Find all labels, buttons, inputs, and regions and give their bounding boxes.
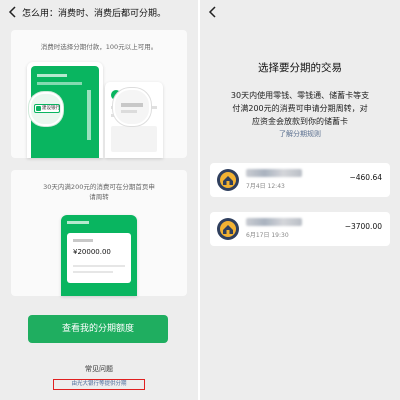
transaction-amount: −3700.00	[344, 222, 382, 231]
faq-link[interactable]: 常见问题	[0, 364, 198, 374]
back-chevron-icon[interactable]	[5, 4, 21, 20]
magnifier-ring-right	[113, 88, 151, 126]
credit-amount: ¥20000.00	[73, 248, 111, 256]
checkout-installment-card: 消费时选择分期付款，100元以上可用。 分期 建设银行	[11, 30, 187, 158]
description-line2: 付满200元的消费可申请分期周转，对	[232, 104, 368, 113]
post-purchase-installment-card: 30天内满200元的消费可在分期首页申 请周转 ¥20000.00	[11, 170, 187, 296]
back-chevron-icon[interactable]	[205, 4, 221, 20]
phone-mockup: ¥20000.00	[61, 215, 137, 296]
right-screen: 选择要分期的交易 30天内使用零钱、零钱通、储蓄卡等支 付满200元的消费可申请…	[200, 0, 400, 400]
view-installment-limit-button[interactable]: 查看我的分期额度	[28, 315, 168, 343]
page-title: 怎么用：消费时、消费后都可分期。	[22, 9, 167, 19]
card-caption: 消费时选择分期付款，100元以上可用。	[40, 43, 158, 51]
provider-note[interactable]: 由光大银行等提供分期	[53, 379, 145, 390]
description: 30天内使用零钱、零钱通、储蓄卡等支 付满200元的消费可申请分期周转，对 应资…	[212, 89, 388, 128]
keypad	[111, 126, 157, 152]
installment-rules-link[interactable]: 了解分期规则	[200, 129, 400, 139]
card-caption-line2: 请周转	[89, 193, 109, 201]
description-line3: 应资金会放款到你的储蓄卡	[252, 117, 348, 126]
amount-panel: ¥20000.00	[67, 233, 131, 283]
transaction-time: 7月4日 12:43	[246, 183, 285, 190]
merchant-avatar-icon	[217, 169, 239, 191]
transaction-row[interactable]: 6月17日 19:30 −3700.00	[210, 212, 390, 246]
left-screen: 怎么用：消费时、消费后都可分期。 消费时选择分期付款，100元以上可用。 分期 …	[0, 0, 198, 400]
card-caption-line1: 30天内满200元的消费可在分期首页申	[43, 183, 155, 191]
magnifier-ring-left: 建设银行	[29, 92, 63, 126]
description-line1: 30天内使用零钱、零钱通、储蓄卡等支	[230, 91, 370, 100]
left-top-bar: 怎么用：消费时、消费后都可分期。	[0, 0, 198, 30]
transaction-row[interactable]: 7月4日 12:43 −460.64	[210, 163, 390, 197]
right-top-bar	[200, 0, 400, 30]
transaction-amount: −460.64	[349, 173, 382, 182]
merchant-name-blurred	[246, 169, 302, 177]
page-title: 选择要分期的交易	[258, 62, 342, 74]
merchant-avatar-icon	[217, 218, 239, 240]
transaction-time: 6月17日 19:30	[246, 232, 289, 239]
merchant-name-blurred	[246, 218, 302, 226]
